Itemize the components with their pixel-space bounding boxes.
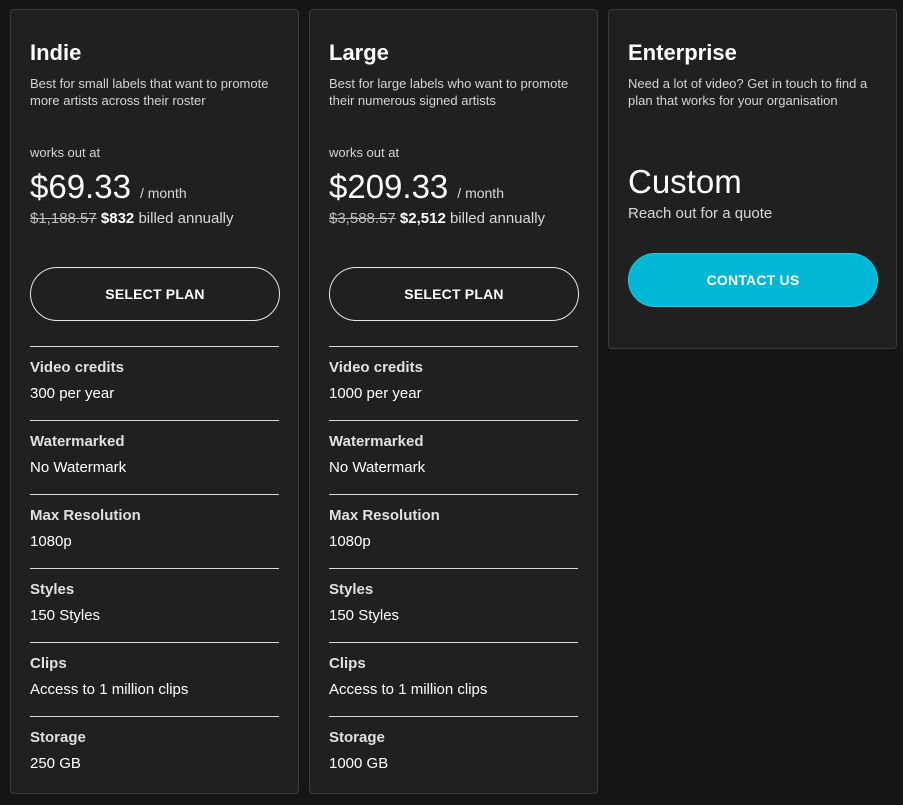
annual-price: $2,512: [399, 210, 446, 227]
feature-name: Clips: [329, 655, 366, 672]
feature-name: Watermarked: [30, 433, 125, 450]
per-month-label: / month: [457, 185, 504, 201]
feature-name: Storage: [329, 729, 385, 746]
feature-watermarked: Watermarked No Watermark: [329, 420, 578, 494]
old-price: $3,588.57: [329, 210, 396, 227]
billed-annually: $1,188.57 $832 billed annually: [30, 209, 279, 229]
feature-name: Watermarked: [329, 433, 424, 450]
annual-price: $832: [100, 210, 135, 227]
select-plan-button[interactable]: SELECT PLAN: [30, 267, 280, 321]
feature-name: Clips: [30, 655, 67, 672]
feature-value: 150 Styles: [30, 607, 101, 624]
feature-video-credits: Video credits 1000 per year: [329, 346, 578, 420]
feature-value: No Watermark: [30, 459, 127, 476]
feature-value: 300 per year: [30, 385, 115, 402]
feature-value: 1080p: [329, 533, 371, 550]
feature-value: 250 GB: [30, 755, 81, 772]
plan-description: Best for large labels who want to promot…: [329, 76, 569, 108]
feature-name: Max Resolution: [30, 507, 141, 524]
price-row: $209.33 / month: [329, 167, 578, 207]
billed-annually: $3,588.57 $2,512 billed annually: [329, 209, 578, 229]
select-plan-button[interactable]: SELECT PLAN: [329, 267, 579, 321]
feature-value: Access to 1 million clips: [329, 681, 488, 698]
old-price: $1,188.57: [30, 210, 97, 227]
billed-suffix: billed annually: [445, 210, 546, 227]
feature-list: Video credits 1000 per year Watermarked …: [329, 346, 578, 790]
plan-description: Need a lot of video? Get in touch to fin…: [628, 76, 868, 108]
feature-name: Video credits: [329, 359, 423, 376]
feature-value: Access to 1 million clips: [30, 681, 189, 698]
plan-card-indie: Indie Best for small labels that want to…: [10, 9, 299, 794]
works-out-label: works out at: [30, 145, 101, 160]
custom-price: Custom: [628, 163, 742, 200]
monthly-price: $69.33: [30, 168, 131, 205]
feature-styles: Styles 150 Styles: [329, 568, 578, 642]
feature-value: 1080p: [30, 533, 72, 550]
feature-value: No Watermark: [329, 459, 426, 476]
works-out-label: works out at: [329, 145, 400, 160]
feature-watermarked: Watermarked No Watermark: [30, 420, 279, 494]
feature-list: Video credits 300 per year Watermarked N…: [30, 346, 279, 790]
feature-storage: Storage 250 GB: [30, 716, 279, 790]
feature-value: 150 Styles: [329, 607, 400, 624]
feature-clips: Clips Access to 1 million clips: [30, 642, 279, 716]
contact-us-button[interactable]: CONTACT US: [628, 253, 878, 307]
billed-suffix: billed annually: [134, 210, 234, 227]
quote-label: Reach out for a quote: [628, 205, 773, 222]
feature-storage: Storage 1000 GB: [329, 716, 578, 790]
feature-name: Styles: [30, 581, 75, 598]
plan-card-enterprise: Enterprise Need a lot of video? Get in t…: [608, 9, 897, 349]
feature-name: Video credits: [30, 359, 124, 376]
feature-name: Storage: [30, 729, 86, 746]
price-row: $69.33 / month: [30, 167, 279, 207]
feature-name: Max Resolution: [329, 507, 440, 524]
plan-card-large: Large Best for large labels who want to …: [309, 9, 598, 794]
feature-value: 1000 GB: [329, 755, 389, 772]
per-month-label: / month: [139, 185, 187, 201]
pricing-page: Indie Best for small labels that want to…: [0, 0, 903, 805]
plan-description: Best for small labels that want to promo…: [30, 76, 269, 108]
feature-clips: Clips Access to 1 million clips: [329, 642, 578, 716]
feature-name: Styles: [329, 581, 374, 598]
plan-name: Enterprise: [628, 40, 737, 65]
feature-value: 1000 per year: [329, 385, 422, 402]
plan-name: Large: [329, 40, 389, 65]
monthly-price: $209.33: [329, 168, 449, 205]
feature-styles: Styles 150 Styles: [30, 568, 279, 642]
feature-max-resolution: Max Resolution 1080p: [329, 494, 578, 568]
plan-name: Indie: [30, 40, 82, 65]
feature-video-credits: Video credits 300 per year: [30, 346, 279, 420]
feature-max-resolution: Max Resolution 1080p: [30, 494, 279, 568]
